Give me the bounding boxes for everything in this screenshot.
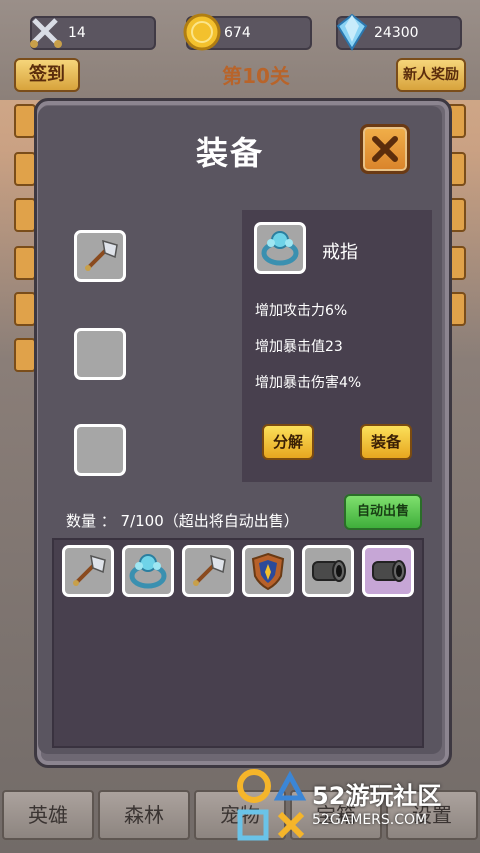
side-tab[interactable] (14, 104, 36, 138)
attack-resource: 14 (30, 16, 156, 50)
stat-line: 增加攻击力6% (255, 303, 348, 319)
equip-slot-empty[interactable] (74, 424, 126, 476)
nav-heroes[interactable]: 英雄 (2, 790, 94, 840)
cannon-icon (312, 560, 346, 582)
attack-value: 14 (68, 25, 86, 41)
watermark-site: 52GAMERS.COM (312, 812, 428, 828)
inventory-item[interactable] (242, 545, 294, 597)
axe-icon (73, 554, 106, 586)
ring-icon (261, 231, 299, 266)
axe-icon (193, 554, 226, 586)
side-tab[interactable] (14, 198, 36, 232)
coins-value: 674 (224, 25, 251, 41)
inventory-item[interactable] (362, 545, 414, 597)
watermark-brand: 52游玩社区 (312, 782, 442, 810)
equip-button[interactable]: 装备 (360, 424, 412, 460)
inventory-item[interactable] (122, 545, 174, 597)
close-icon (372, 136, 398, 162)
side-tab[interactable] (14, 246, 36, 280)
nav-forest[interactable]: 森林 (98, 790, 190, 840)
detail-item-name: 戒指 (322, 242, 358, 263)
gems-resource: 24300 (336, 13, 462, 51)
crossed-swords-icon (30, 18, 62, 48)
equip-slot-weapon[interactable] (74, 230, 126, 282)
signin-button[interactable]: 签到 (14, 58, 80, 92)
modal-title: 装备 (195, 134, 264, 172)
inventory-count: 数量 ： 7/100（超出将自动出售） (66, 512, 299, 530)
newbie-reward-button[interactable]: 新人奖励 (396, 58, 466, 92)
coins-resource: 674 (183, 13, 312, 51)
close-button[interactable] (360, 124, 410, 174)
side-tab[interactable] (14, 152, 36, 186)
decompose-button[interactable]: 分解 (262, 424, 314, 460)
equip-slot-empty[interactable] (74, 328, 126, 380)
side-tab[interactable] (14, 292, 36, 326)
gold-coin-icon (183, 13, 221, 51)
ring-icon (129, 554, 167, 589)
axe-icon (85, 239, 118, 271)
detail-item-slot (254, 222, 306, 274)
auto-sell-button[interactable]: 自动出售 (344, 494, 422, 530)
stat-line: 增加暴击伤害4% (255, 375, 362, 391)
inventory-item[interactable] (302, 545, 354, 597)
cannon-icon (372, 560, 406, 582)
stat-line: 增加暴击值23 (255, 339, 343, 355)
inventory-item[interactable] (182, 545, 234, 597)
gems-value: 24300 (374, 25, 419, 41)
shield-icon (251, 552, 285, 591)
side-tab[interactable] (14, 338, 36, 372)
stage-label: 第10关 (222, 64, 290, 88)
diamond-icon (336, 13, 368, 51)
inventory-item[interactable] (62, 545, 114, 597)
